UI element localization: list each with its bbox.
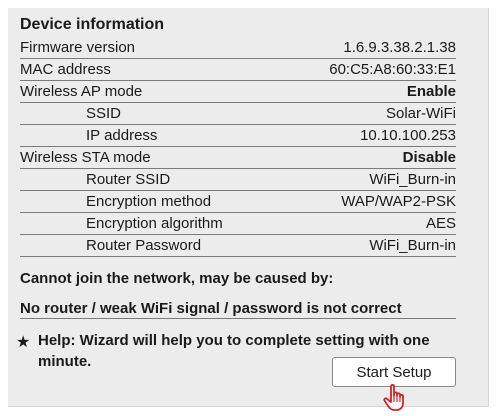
row-label: IP address bbox=[86, 127, 158, 144]
row-value: 10.10.100.253 bbox=[360, 127, 456, 144]
row-ip-address: IP address 10.10.100.253 bbox=[20, 125, 456, 147]
row-wireless-ap-mode: Wireless AP mode Enable bbox=[20, 81, 456, 103]
row-label: MAC address bbox=[20, 61, 111, 78]
row-value: AES bbox=[425, 215, 456, 232]
row-value: 60:C5:A8:60:33:E1 bbox=[329, 61, 456, 78]
row-label: Firmware version bbox=[20, 39, 136, 56]
row-encryption-algorithm: Encryption algorithm AES bbox=[20, 213, 456, 235]
row-mac-address: MAC address 60:C5:A8:60:33:E1 bbox=[20, 59, 456, 81]
divider bbox=[20, 318, 456, 319]
row-label: Wireless AP mode bbox=[20, 83, 143, 100]
row-encryption-method: Encryption method WAP/WAP2-PSK bbox=[20, 191, 456, 213]
row-firmware-version: Firmware version 1.6.9.3.38.2.1.38 bbox=[20, 37, 456, 59]
row-value: WAP/WAP2-PSK bbox=[341, 193, 456, 210]
row-value: WiFi_Burn-in bbox=[369, 171, 456, 188]
cause-detail: No router / weak WiFi signal / password … bbox=[20, 300, 402, 317]
row-label: Router Password bbox=[86, 237, 202, 254]
row-ssid: SSID Solar-WiFi bbox=[20, 103, 456, 125]
row-wireless-sta-mode: Wireless STA mode Disable bbox=[20, 147, 456, 169]
row-value: Solar-WiFi bbox=[386, 105, 456, 122]
cause-heading: Cannot join the network, may be caused b… bbox=[20, 270, 334, 287]
device-info-title: Device information bbox=[20, 16, 165, 33]
row-value: Disable bbox=[402, 149, 456, 166]
row-router-ssid: Router SSID WiFi_Burn-in bbox=[20, 169, 456, 191]
star-icon: ★ bbox=[16, 334, 31, 351]
row-label: SSID bbox=[86, 105, 122, 122]
row-value: 1.6.9.3.38.2.1.38 bbox=[343, 39, 456, 56]
hand-cursor-icon bbox=[383, 384, 404, 411]
row-label: Encryption algorithm bbox=[86, 215, 223, 232]
row-value: WiFi_Burn-in bbox=[369, 237, 456, 254]
row-label: Encryption method bbox=[86, 193, 212, 210]
row-value: Enable bbox=[406, 83, 456, 100]
row-label: Wireless STA mode bbox=[20, 149, 151, 166]
row-label: Router SSID bbox=[86, 171, 171, 188]
row-router-password: Router Password WiFi_Burn-in bbox=[20, 235, 456, 257]
